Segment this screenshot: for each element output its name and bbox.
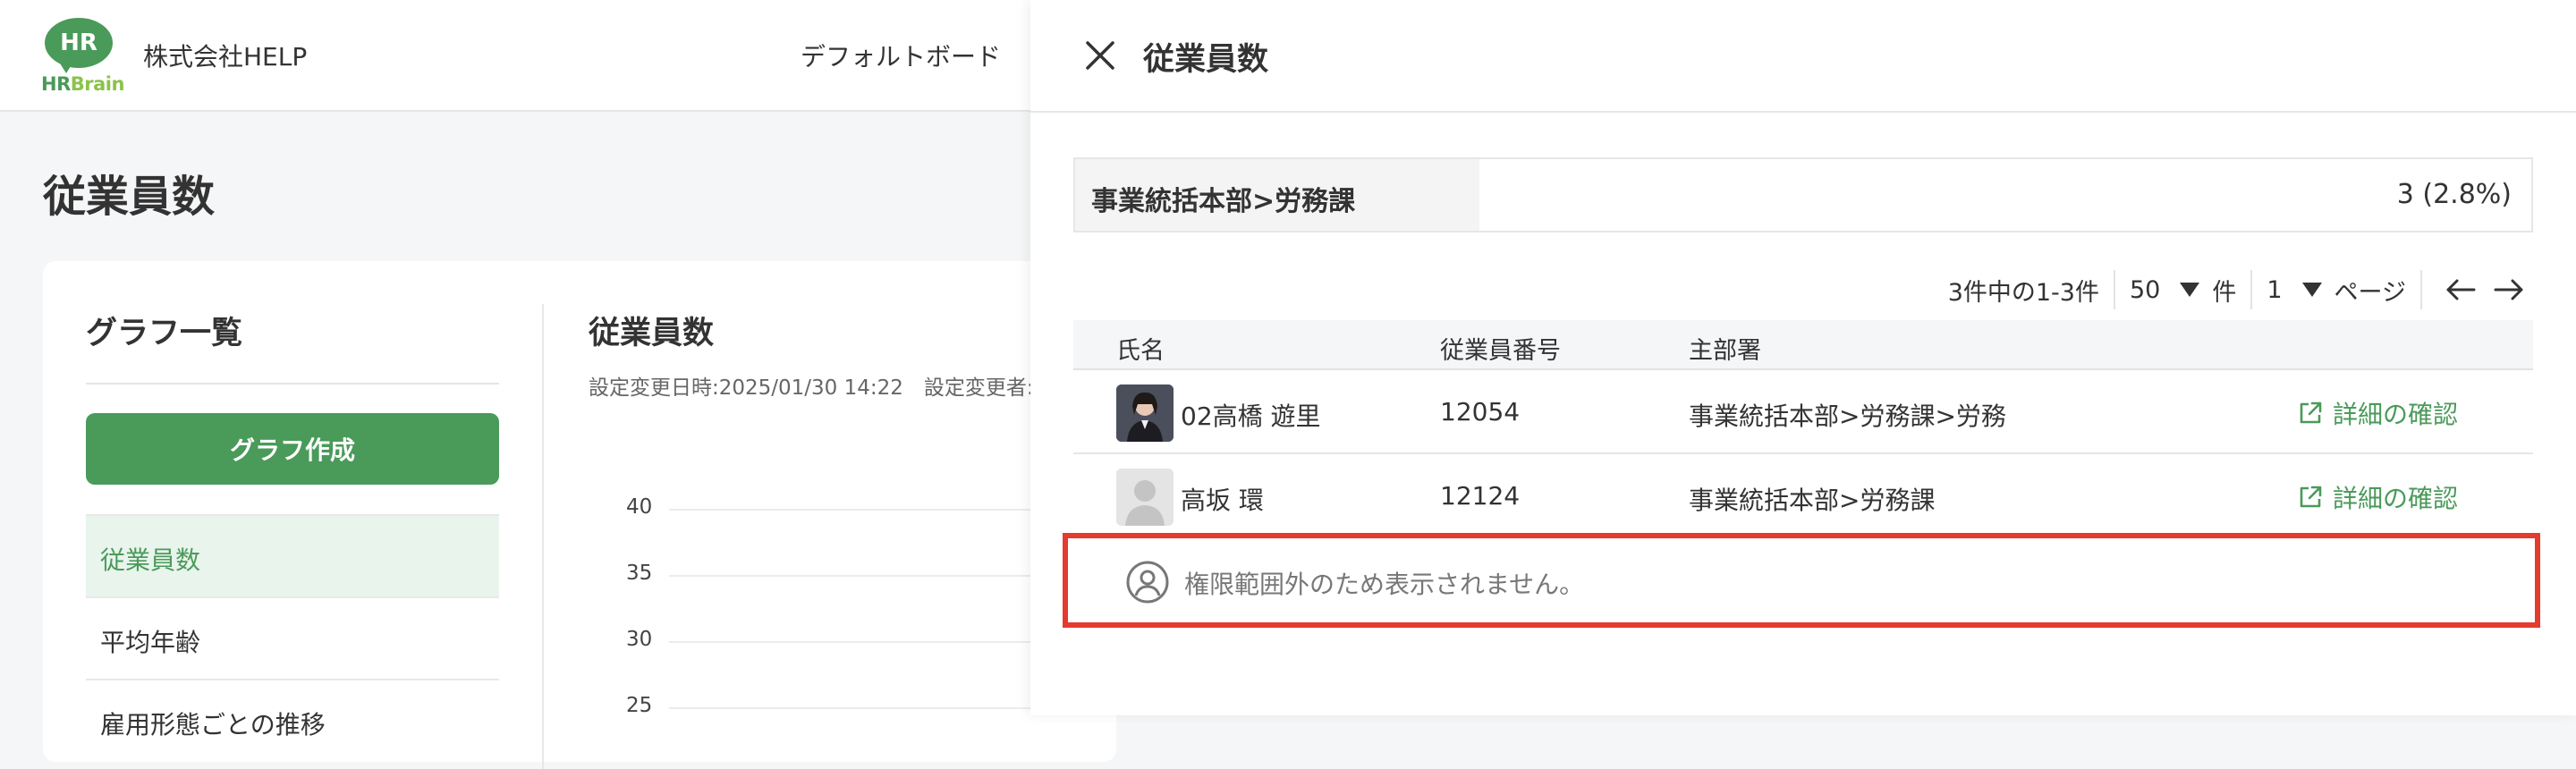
graph-list-divider (86, 383, 499, 384)
table-row: 02高橋 遊里 12054 事業統括本部>労務課>労務 詳細の確認 (1073, 372, 2533, 454)
graph-list-item-average-age[interactable]: 平均年齢 (86, 596, 499, 679)
close-icon (1086, 41, 1114, 70)
external-link-icon (2300, 486, 2322, 508)
dropdown-triangle-icon (2180, 283, 2200, 297)
default-board-link[interactable]: デフォルトボード (801, 38, 1001, 73)
graph-list-item-employment-type[interactable]: 雇用形態ごとの推移 (86, 679, 499, 761)
view-details-link[interactable]: 詳細の確認 (2297, 395, 2458, 431)
graph-list-item-employees[interactable]: 従業員数 (86, 514, 499, 596)
summary-count: 3 (2.8%) (2396, 179, 2512, 210)
graph-list-title: グラフ一覧 (86, 316, 243, 351)
pagination: 3件中の1-3件 50 件 1 ページ (1948, 270, 2533, 309)
card-divider (542, 304, 544, 769)
create-graph-button[interactable]: グラフ作成 (86, 413, 499, 485)
page-select[interactable]: 1 (2267, 276, 2334, 304)
per-page-select[interactable]: 50 (2130, 276, 2212, 304)
employee-number: 12124 (1440, 481, 1521, 511)
result-range: 3件中の1-3件 (1947, 278, 2099, 307)
page-title: 従業員数 (43, 172, 216, 222)
external-link-icon (2300, 401, 2322, 424)
y-tick-label: 25 (626, 694, 653, 717)
employee-number: 12054 (1440, 397, 1521, 427)
column-employee-no: 従業員番号 (1440, 337, 1561, 365)
y-tick-label: 30 (626, 628, 653, 651)
view-details-label: 詳細の確認 (2333, 400, 2459, 429)
panel-title: 従業員数 (1143, 42, 1269, 78)
view-details-label: 詳細の確認 (2333, 484, 2459, 513)
department-summary: 事業統括本部>労務課 3 (2.8%) (1073, 157, 2533, 232)
panel-header: 従業員数 (1030, 0, 2576, 113)
pager-divider (2420, 270, 2422, 309)
summary-department: 事業統括本部>労務課 (1075, 159, 1479, 231)
hrbrain-logo[interactable]: HR HRBrain (41, 18, 124, 95)
logo-text: HRBrain (41, 73, 124, 95)
employee-department: 事業統括本部>労務課 (1689, 486, 1936, 515)
arrow-left-icon[interactable] (2444, 276, 2478, 303)
avatar (1116, 469, 1174, 526)
page-unit: ページ (2334, 278, 2406, 307)
logo-text-hr: HR (41, 73, 71, 95)
chart-title: 従業員数 (589, 316, 715, 351)
restricted-row-highlight: 権限範囲外のため表示されません。 (1063, 533, 2540, 628)
restricted-message: 権限範囲外のため表示されません。 (1184, 570, 1585, 599)
y-tick-label: 40 (626, 495, 653, 519)
pager-divider (2250, 270, 2253, 309)
table-row: 高坂 環 12124 事業統括本部>労務課 詳細の確認 (1073, 456, 2533, 538)
page-value: 1 (2267, 275, 2283, 304)
employee-department: 事業統括本部>労務課>労務 (1689, 401, 2006, 431)
pager-divider (2113, 270, 2115, 309)
close-panel-button[interactable] (1080, 36, 1120, 75)
default-avatar-icon (1116, 469, 1174, 526)
per-page-value: 50 (2129, 275, 2161, 304)
logo-text-brain: Brain (70, 73, 125, 95)
column-name: 氏名 (1116, 337, 1165, 365)
company-name: 株式会社HELP (143, 42, 308, 72)
dropdown-triangle-icon (2301, 283, 2322, 297)
user-circle-icon (1126, 561, 1169, 604)
table-header: 氏名 従業員番号 主部署 (1073, 320, 2533, 370)
chart-meta: 設定変更日時:2025/01/30 14:22 設定変更者:H (589, 376, 1049, 400)
logo-mark: HR (45, 18, 113, 68)
view-details-link[interactable]: 詳細の確認 (2297, 479, 2458, 515)
arrow-right-icon[interactable] (2492, 276, 2526, 303)
per-page-unit: 件 (2212, 278, 2237, 307)
person-photo-icon (1116, 384, 1174, 442)
employee-name: 高坂 環 (1181, 486, 1264, 515)
avatar (1116, 384, 1174, 442)
y-tick-label: 35 (626, 562, 653, 585)
column-department: 主部署 (1689, 337, 1761, 365)
employee-name: 02高橋 遊里 (1181, 401, 1321, 431)
logo-bubble-tail (57, 59, 75, 73)
graph-card: グラフ一覧 グラフ作成 従業員数 平均年齢 雇用形態ごとの推移 従業員数 設定変… (43, 261, 1134, 769)
